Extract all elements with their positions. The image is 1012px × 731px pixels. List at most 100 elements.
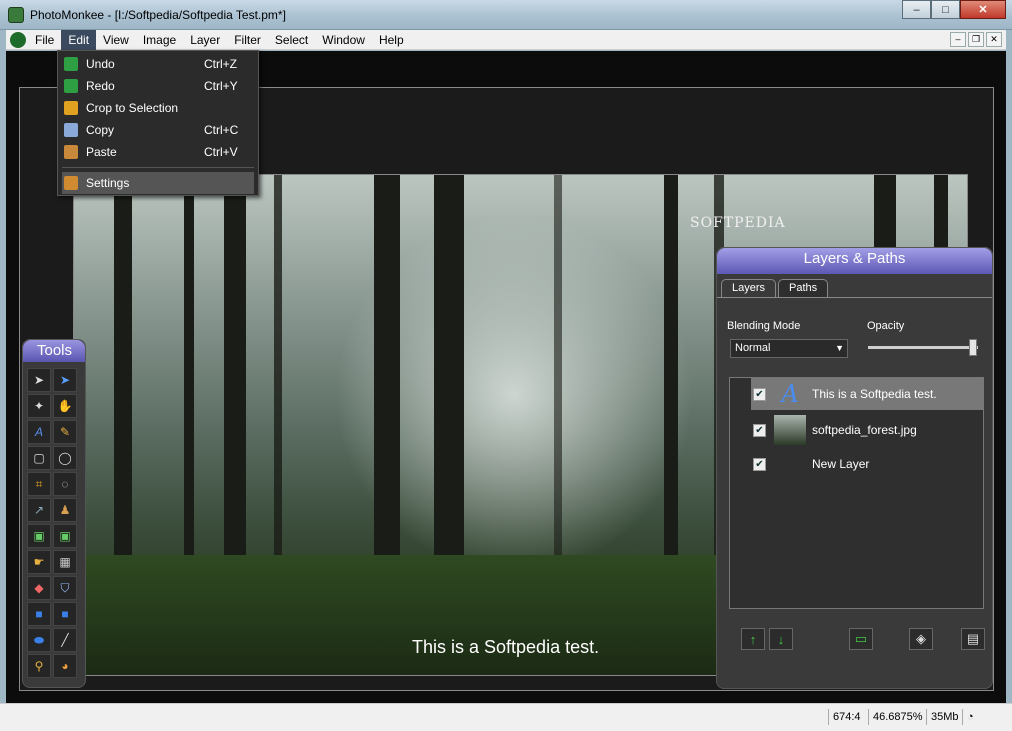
- image-thumb: [774, 415, 806, 445]
- crop-tool-icon[interactable]: ⌗: [27, 472, 51, 496]
- image-add-icon[interactable]: ▣: [53, 524, 77, 548]
- doc-close-button[interactable]: ✕: [986, 32, 1002, 47]
- move-layer-up-button[interactable]: ↑: [741, 628, 765, 650]
- doc-minimize-button[interactable]: –: [950, 32, 966, 47]
- add-layer-button[interactable]: ▤: [961, 628, 985, 650]
- paste-icon: [64, 145, 78, 159]
- zoom-icon[interactable]: ⚲: [27, 654, 51, 678]
- panel-title: Layers & Paths: [717, 248, 992, 274]
- line-icon[interactable]: ╱: [53, 628, 77, 652]
- layer-visibility-checkbox[interactable]: ✔: [753, 457, 766, 471]
- menu-select[interactable]: Select: [268, 30, 315, 50]
- memory-usage: 35Mb: [926, 709, 963, 725]
- menu-item-shortcut: Ctrl+Y: [204, 79, 238, 93]
- menu-separator: [62, 167, 254, 168]
- menu-item-copy[interactable]: Copy Ctrl+C: [58, 119, 258, 141]
- rectangle-shape-icon[interactable]: ■: [27, 602, 51, 626]
- layer-visibility-checkbox[interactable]: ✔: [753, 387, 766, 401]
- menu-edit[interactable]: Edit: [61, 30, 97, 50]
- menu-filter[interactable]: Filter: [227, 30, 268, 50]
- layer-icon: ▭: [854, 631, 868, 646]
- ellipse-select-icon[interactable]: ◯: [53, 446, 77, 470]
- redo-icon: [64, 79, 78, 93]
- eraser-icon[interactable]: ◆: [27, 576, 51, 600]
- hand-icon[interactable]: ✋: [53, 394, 77, 418]
- layer-name: This is a Softpedia test.: [812, 387, 937, 401]
- menu-item-redo[interactable]: Redo Ctrl+Y: [58, 75, 258, 97]
- crop-icon: [64, 101, 78, 115]
- layer-row[interactable]: ✔ softpedia_forest.jpg: [751, 414, 983, 446]
- direct-select-icon[interactable]: ➤: [53, 368, 77, 392]
- menu-item-paste[interactable]: Paste Ctrl+V: [58, 141, 258, 163]
- edit-menu-dropdown: Undo Ctrl+Z Redo Ctrl+Y Crop to Selectio…: [57, 50, 259, 196]
- tab-paths[interactable]: Paths: [778, 279, 829, 297]
- memory-gauge-icon: ◔: [962, 709, 990, 725]
- layer-name: softpedia_forest.jpg: [812, 423, 917, 437]
- select-arrow-icon[interactable]: ➤: [27, 368, 51, 392]
- tools-title: Tools: [23, 340, 85, 362]
- maximize-button[interactable]: □: [931, 0, 960, 19]
- menu-file[interactable]: File: [28, 30, 61, 50]
- merge-layers-button[interactable]: ◈: [909, 628, 933, 650]
- tab-divider: [717, 297, 992, 298]
- tools-grid: ➤ ➤ ✦ ✋ A ✎ ▢ ◯ ⌗ ◌ ↗ ♟ ▣ ▣ ☛ ▦ ◆ ⛉ ■ ■ …: [23, 362, 85, 678]
- arrow-up-icon: ↑: [749, 631, 757, 647]
- color-palette-icon[interactable]: ◕: [53, 654, 77, 678]
- title-bar: PhotoMonkee - [I:/Softpedia/Softpedia Te…: [0, 0, 1012, 30]
- opacity-slider-thumb[interactable]: [969, 339, 977, 356]
- menu-item-shortcut: Ctrl+Z: [204, 57, 237, 71]
- arrow-down-icon: ↓: [777, 631, 785, 647]
- blending-mode-select[interactable]: Normal ▼: [730, 339, 848, 358]
- minimize-button[interactable]: –: [902, 0, 931, 19]
- menu-item-crop[interactable]: Crop to Selection: [58, 97, 258, 119]
- opacity-label: Opacity: [867, 320, 905, 332]
- text-layer-caption: This is a Softpedia test.: [412, 637, 600, 657]
- menu-item-undo[interactable]: Undo Ctrl+Z: [58, 53, 258, 75]
- doc-restore-button[interactable]: ❐: [968, 32, 984, 47]
- move-layer-down-button[interactable]: ↓: [769, 628, 793, 650]
- menu-layer[interactable]: Layer: [183, 30, 227, 50]
- menu-view[interactable]: View: [96, 30, 136, 50]
- close-button[interactable]: ✕: [960, 0, 1006, 19]
- window-title: PhotoMonkee - [I:/Softpedia/Softpedia Te…: [30, 8, 286, 22]
- tab-layers[interactable]: Layers: [721, 279, 777, 297]
- cursor-coords: 674:4: [828, 709, 865, 725]
- new-layer-button[interactable]: ▭: [849, 628, 873, 650]
- brush-icon[interactable]: ✎: [53, 420, 77, 444]
- gradient-icon[interactable]: ▦: [53, 550, 77, 574]
- stamp-icon[interactable]: ♟: [53, 498, 77, 522]
- undo-icon: [64, 57, 78, 71]
- pen-icon[interactable]: ↗: [27, 498, 51, 522]
- ellipse-shape-icon[interactable]: ⬬: [27, 628, 51, 652]
- layer-row[interactable]: ✔ A This is a Softpedia test.: [751, 378, 983, 410]
- menu-item-shortcut: Ctrl+C: [204, 123, 239, 137]
- layer-visibility-checkbox[interactable]: ✔: [753, 423, 766, 437]
- magic-wand-icon[interactable]: ✦: [27, 394, 51, 418]
- menu-item-settings[interactable]: Settings: [62, 172, 254, 194]
- image-layer-icon[interactable]: ▣: [27, 524, 51, 548]
- opacity-slider[interactable]: [868, 339, 978, 356]
- status-bar: 674:4 46.6875% 35Mb ◔: [0, 703, 1012, 731]
- blending-mode-label: Blending Mode: [727, 320, 801, 332]
- blending-mode-value: Normal: [735, 342, 771, 354]
- menu-window[interactable]: Window: [315, 30, 372, 50]
- text-layer-icon: A: [781, 380, 799, 408]
- text-tool-icon[interactable]: A: [27, 420, 51, 444]
- rect-select-icon[interactable]: ▢: [27, 446, 51, 470]
- menu-item-label: Settings: [86, 176, 130, 190]
- rounded-rect-icon[interactable]: ■: [53, 602, 77, 626]
- zoom-level: 46.6875%: [868, 709, 927, 725]
- panel-tabs: Layers Paths: [721, 279, 830, 297]
- layer-row[interactable]: ✔ New Layer: [751, 448, 983, 480]
- menu-item-label: Crop to Selection: [86, 101, 179, 115]
- smudge-icon[interactable]: ☛: [27, 550, 51, 574]
- new-document-icon: ▤: [966, 631, 980, 646]
- copy-icon: [64, 123, 78, 137]
- softpedia-watermark: SOFTPEDIA: [690, 215, 786, 231]
- app-menu-icon[interactable]: [10, 32, 26, 48]
- menu-item-shortcut: Ctrl+V: [204, 145, 238, 159]
- menu-help[interactable]: Help: [372, 30, 411, 50]
- menu-image[interactable]: Image: [136, 30, 183, 50]
- lasso-icon[interactable]: ◌: [53, 472, 77, 496]
- fill-bucket-icon[interactable]: ⛉: [53, 576, 77, 600]
